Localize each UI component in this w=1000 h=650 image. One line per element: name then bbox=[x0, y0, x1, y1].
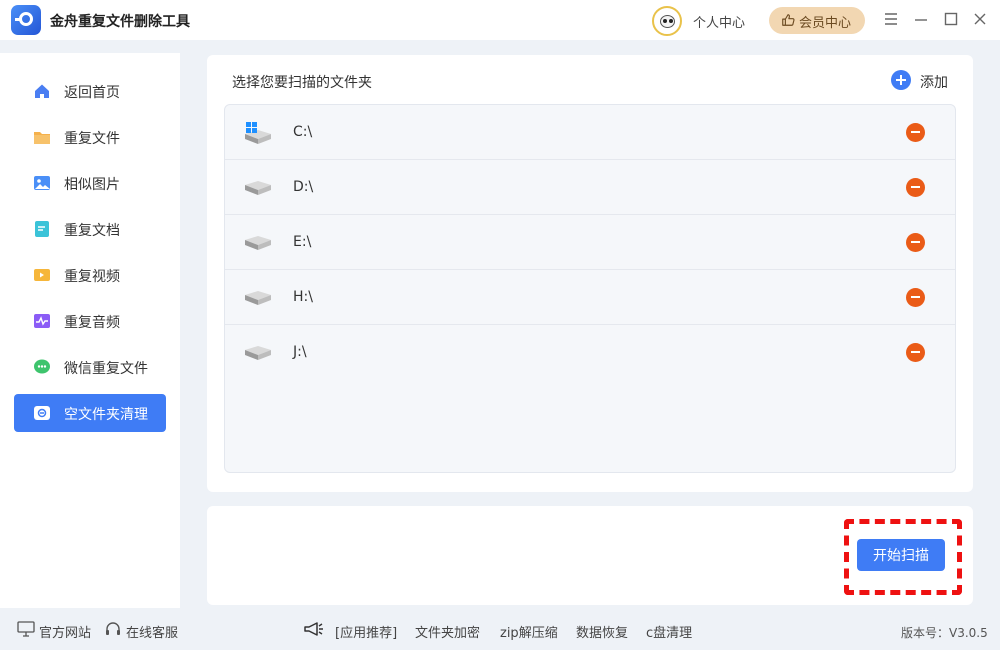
remove-drive-button[interactable] bbox=[906, 233, 925, 252]
vip-center-label: 会员中心 bbox=[799, 16, 852, 31]
drive-icon bbox=[245, 291, 271, 305]
panel-title: 选择您要扫描的文件夹 bbox=[232, 75, 372, 91]
folder-icon bbox=[34, 132, 50, 144]
maximize-icon[interactable] bbox=[942, 10, 960, 28]
thumbs-up-icon bbox=[782, 14, 795, 26]
sidebar-item-duplicate-audio[interactable]: 重复音频 bbox=[14, 302, 166, 340]
sidebar-item-label: 空文件夹清理 bbox=[64, 407, 148, 423]
c-drive-cleanup-link[interactable]: c盘清理 bbox=[646, 622, 692, 641]
sidebar-item-empty-folder-cleanup[interactable]: 空文件夹清理 bbox=[14, 394, 166, 432]
minimize-icon[interactable] bbox=[912, 10, 930, 28]
sidebar-item-label: 重复文件 bbox=[64, 131, 120, 147]
data-recovery-link[interactable]: 数据恢复 bbox=[576, 622, 628, 641]
sidebar-item-duplicate-documents[interactable]: 重复文档 bbox=[14, 210, 166, 248]
sidebar-item-label: 重复文档 bbox=[64, 223, 120, 239]
sidebar-item-duplicate-files[interactable]: 重复文件 bbox=[14, 118, 166, 156]
drive-list: C:\ D:\ E:\ H:\ J:\ bbox=[224, 104, 956, 473]
sidebar: 返回首页 重复文件 相似图片 重复文档 重复视频 重复音频 微信重复文件 空文件… bbox=[0, 53, 180, 608]
folder-selection-panel: 选择您要扫描的文件夹 添加 C:\ D:\ E:\ H:\ J:\ bbox=[207, 55, 973, 492]
sidebar-item-home[interactable]: 返回首页 bbox=[14, 72, 166, 110]
plus-icon bbox=[891, 70, 911, 90]
version-label: 版本号：V3.0.5 bbox=[901, 626, 988, 640]
title-bar: 金舟重复文件删除工具 个人中心 会员中心 bbox=[0, 0, 1000, 40]
sidebar-item-similar-images[interactable]: 相似图片 bbox=[14, 164, 166, 202]
drive-path: C:\ bbox=[293, 124, 313, 140]
image-icon bbox=[34, 176, 50, 190]
drive-icon bbox=[245, 181, 271, 195]
document-icon bbox=[35, 221, 49, 237]
video-icon bbox=[34, 269, 50, 281]
app-recommend-label: [应用推荐] bbox=[335, 626, 398, 641]
remove-drive-button[interactable] bbox=[906, 123, 925, 142]
action-panel: 开始扫描 bbox=[207, 506, 973, 605]
avatar[interactable] bbox=[652, 6, 682, 36]
add-folder-label: 添加 bbox=[920, 75, 948, 91]
remove-drive-button[interactable] bbox=[906, 343, 925, 362]
drive-path: E:\ bbox=[293, 234, 312, 250]
list-item[interactable]: E:\ bbox=[225, 215, 955, 270]
zip-extract-link[interactable]: zip解压缩 bbox=[500, 622, 558, 641]
home-icon bbox=[35, 84, 49, 98]
windows-drive-icon bbox=[245, 122, 271, 144]
wechat-icon bbox=[34, 359, 50, 374]
menu-icon[interactable] bbox=[882, 10, 900, 28]
close-icon[interactable] bbox=[971, 10, 989, 28]
app-logo-icon bbox=[11, 5, 41, 35]
empty-folder-icon bbox=[34, 406, 50, 420]
sidebar-item-label: 微信重复文件 bbox=[64, 361, 148, 377]
sidebar-item-duplicate-videos[interactable]: 重复视频 bbox=[14, 256, 166, 294]
online-support-link[interactable]: 在线客服 bbox=[126, 622, 178, 641]
sidebar-item-label: 相似图片 bbox=[64, 177, 120, 193]
start-scan-button[interactable]: 开始扫描 bbox=[857, 539, 945, 571]
monitor-icon bbox=[17, 621, 35, 637]
sidebar-item-label: 重复音频 bbox=[64, 315, 120, 331]
headset-icon bbox=[106, 622, 120, 635]
app-title: 金舟重复文件删除工具 bbox=[50, 14, 190, 30]
folder-encrypt-link[interactable]: 文件夹加密 bbox=[415, 622, 480, 641]
drive-path: H:\ bbox=[293, 289, 313, 305]
official-website-link[interactable]: 官方网站 bbox=[39, 622, 91, 641]
remove-drive-button[interactable] bbox=[906, 178, 925, 197]
vip-center-button[interactable]: 会员中心 bbox=[769, 7, 865, 34]
list-item[interactable]: C:\ bbox=[225, 105, 955, 160]
sidebar-item-label: 重复视频 bbox=[64, 269, 120, 285]
list-item[interactable]: J:\ bbox=[225, 325, 955, 380]
drive-path: J:\ bbox=[293, 344, 307, 360]
sidebar-item-wechat-duplicates[interactable]: 微信重复文件 bbox=[14, 348, 166, 386]
audio-icon bbox=[34, 314, 50, 328]
megaphone-icon bbox=[304, 622, 323, 636]
drive-path: D:\ bbox=[293, 179, 314, 195]
list-item[interactable]: H:\ bbox=[225, 270, 955, 325]
user-center-link[interactable]: 个人中心 bbox=[693, 12, 745, 31]
list-item[interactable]: D:\ bbox=[225, 160, 955, 215]
add-folder-button[interactable]: 添加 bbox=[891, 69, 957, 93]
sidebar-item-label: 返回首页 bbox=[64, 85, 120, 101]
remove-drive-button[interactable] bbox=[906, 288, 925, 307]
drive-icon bbox=[245, 236, 271, 250]
drive-icon bbox=[245, 346, 271, 360]
